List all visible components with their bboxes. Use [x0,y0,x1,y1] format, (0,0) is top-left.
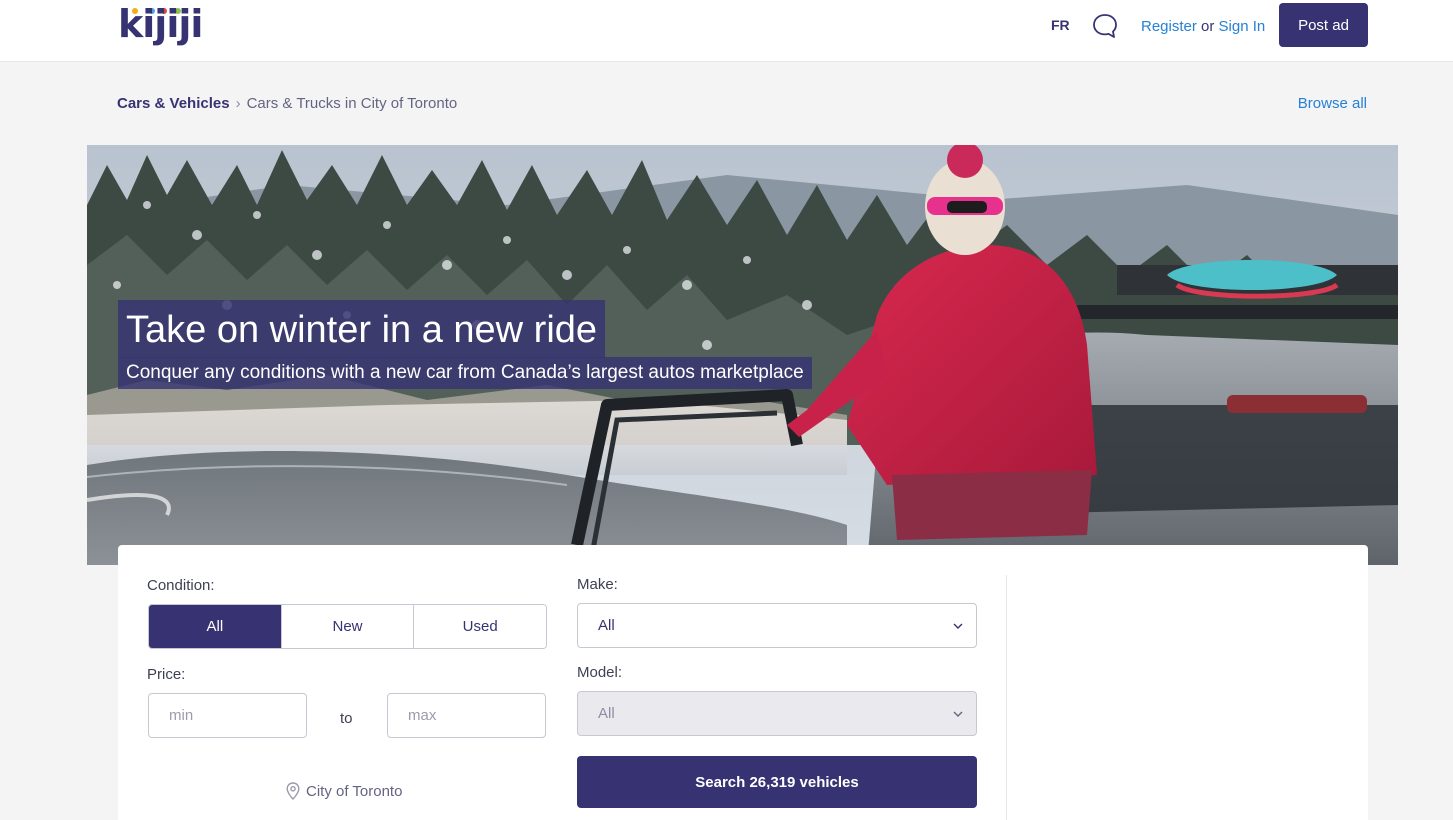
location-selector[interactable]: City of Toronto [286,782,402,800]
condition-all-button[interactable]: All [149,605,282,648]
breadcrumb-separator: › [235,95,241,112]
language-toggle[interactable]: FR [1051,17,1070,33]
location-pin-icon [286,782,300,800]
sign-in-link[interactable]: Sign In [1219,18,1266,35]
breadcrumb: Cars & Vehicles › Cars & Trucks in City of… [117,95,457,112]
search-vehicles-button[interactable]: Search 26,319 vehicles [577,756,977,808]
register-link[interactable]: Register [1141,18,1197,35]
chevron-down-icon [953,623,963,629]
price-max-input[interactable] [387,693,546,738]
browse-all-link[interactable]: Browse all [1298,95,1367,112]
breadcrumb-current: Cars & Trucks in City of Toronto [246,95,458,112]
make-select[interactable]: All [577,603,977,648]
kijiji-logo[interactable]: kijiji [118,2,203,46]
condition-toggle-group: All New Used [148,604,547,649]
price-min-input[interactable] [148,693,307,738]
auth-links: Register or Sign In [1141,18,1265,35]
chat-icon[interactable] [1092,13,1118,39]
model-label: Model: [577,664,623,681]
hero-banner: Take on winter in a new ride Conquer any… [87,145,1398,565]
breadcrumb-root-link[interactable]: Cars & Vehicles [117,95,230,112]
hero-subtitle: Conquer any conditions with a new car fr… [118,357,812,389]
price-label: Price: [147,666,186,683]
vehicle-search-panel: Condition: All New Used Price: to City o… [118,545,1368,820]
make-label: Make: [577,576,618,593]
model-select[interactable]: All [577,691,977,736]
logo-text: kijiji [118,2,203,46]
post-ad-button[interactable]: Post ad [1279,3,1368,47]
chevron-down-icon [953,711,963,717]
condition-used-button[interactable]: Used [414,605,546,648]
site-header: kijiji FR Register or Sign In Post ad [0,0,1453,62]
or-text: or [1201,18,1215,35]
hero-title: Take on winter in a new ride [118,300,606,358]
make-select-value: All [598,617,615,634]
model-select-value: All [598,705,615,722]
price-to-label: to [340,710,353,727]
condition-label: Condition: [147,577,215,594]
panel-divider [1006,575,1007,820]
location-text: City of Toronto [306,782,403,800]
condition-new-button[interactable]: New [281,605,415,648]
